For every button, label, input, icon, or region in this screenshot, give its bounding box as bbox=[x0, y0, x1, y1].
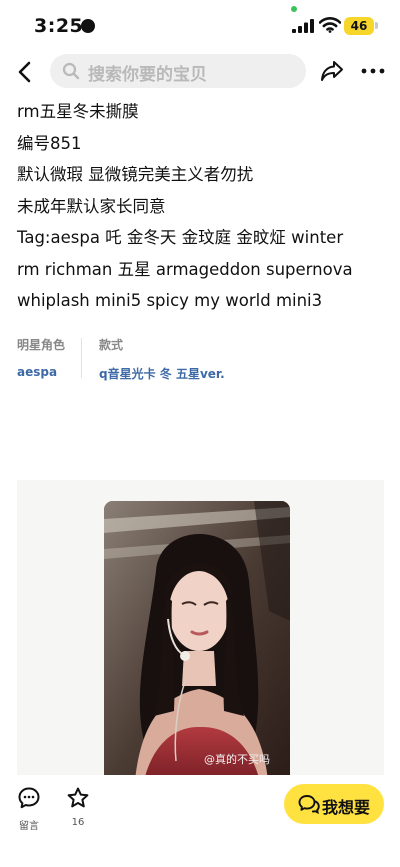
comment-label: 留言 bbox=[19, 821, 39, 832]
search-placeholder: 搜索你要的宝贝 bbox=[88, 65, 207, 85]
chat-bubbles-icon bbox=[298, 795, 320, 814]
battery-icon: 46 bbox=[344, 17, 374, 35]
favorite-count: 16 bbox=[71, 817, 85, 828]
status-bar: 3:25 46 bbox=[0, 0, 400, 52]
description-line: Tag:aespa 吒 金冬天 金玟庭 金旼炡 winter bbox=[17, 228, 344, 247]
attribute-style: 款式 q音星光卡 冬 五星ver. bbox=[99, 336, 225, 382]
photo-card-illustration bbox=[104, 501, 290, 791]
top-nav-bar: 搜索你要的宝贝 bbox=[0, 52, 400, 92]
privacy-indicator-icon bbox=[291, 6, 297, 12]
comment-button[interactable]: 留言 bbox=[9, 786, 49, 832]
want-button-label: 我想要 bbox=[322, 798, 371, 817]
description-line: 编号851 bbox=[17, 133, 82, 153]
share-icon[interactable] bbox=[320, 59, 344, 83]
description-line: rm richman 五星 armageddon supernova bbox=[17, 259, 353, 279]
attribute-key: 明星角色 bbox=[17, 338, 66, 352]
attribute-star-role: 明星角色 aespa bbox=[17, 336, 65, 379]
attribute-value-link[interactable]: aespa bbox=[17, 365, 65, 379]
product-photo[interactable]: @真的不买吗 bbox=[104, 501, 290, 791]
bottom-action-bar: 留言 16 我想要 bbox=[0, 775, 400, 867]
back-arrow-icon[interactable] bbox=[14, 60, 36, 84]
battery-tip bbox=[375, 22, 378, 29]
attribute-divider bbox=[81, 338, 82, 378]
cellular-signal-icon bbox=[292, 19, 314, 33]
description-line: whiplash mini5 spicy my world mini3 bbox=[17, 291, 323, 310]
comment-icon bbox=[18, 787, 40, 809]
description-line: 未成年默认家长同意 bbox=[17, 196, 166, 216]
attribute-value-link[interactable]: q音星光卡 冬 五星ver. bbox=[99, 365, 225, 382]
want-button[interactable]: 我想要 bbox=[284, 784, 384, 824]
search-icon bbox=[62, 62, 80, 80]
wifi-icon bbox=[319, 17, 341, 33]
description-line: 默认微瑕 显微镜完美主义者勿扰 bbox=[17, 165, 254, 184]
attribute-key: 款式 bbox=[99, 338, 124, 352]
photo-watermark: @真的不买吗 bbox=[204, 753, 270, 766]
search-input[interactable]: 搜索你要的宝贝 bbox=[50, 54, 306, 88]
recording-dot-icon bbox=[81, 19, 95, 33]
status-time: 3:25 bbox=[34, 15, 84, 37]
item-description: rm五星冬未撕膜 编号851 默认微瑕 显微镜完美主义者勿扰 未成年默认家长同意… bbox=[17, 96, 392, 317]
star-icon bbox=[67, 787, 89, 808]
more-options-icon[interactable] bbox=[360, 61, 386, 81]
description-line: rm五星冬未撕膜 bbox=[17, 102, 139, 121]
favorite-button[interactable]: 16 bbox=[58, 786, 98, 828]
